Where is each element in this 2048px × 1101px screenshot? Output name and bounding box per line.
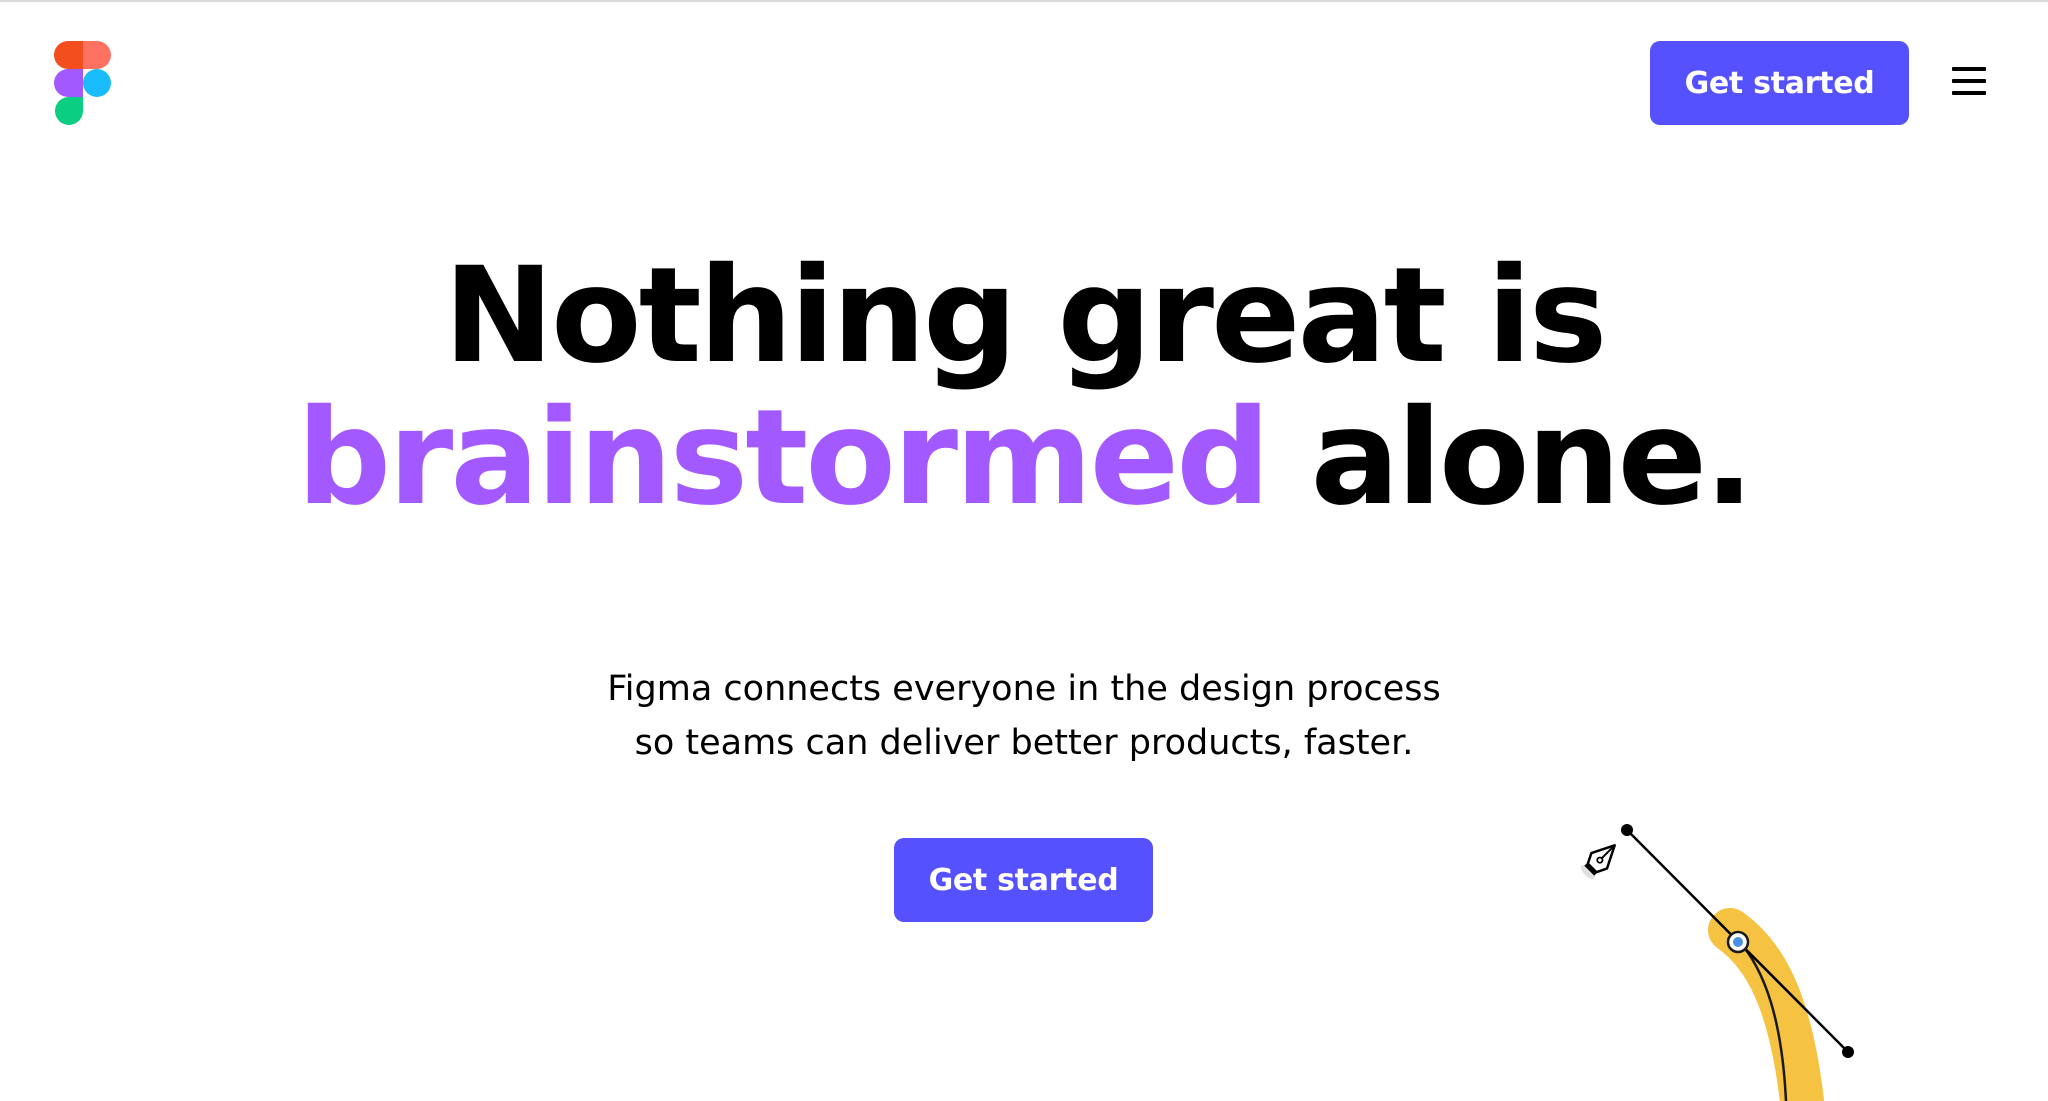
subhead-line1: Figma connects everyone in the design pr… <box>607 669 1441 709</box>
menu-bar <box>1952 91 1986 95</box>
hero-get-started-button[interactable]: Get started <box>894 838 1153 922</box>
header-get-started-button[interactable]: Get started <box>1650 41 1909 125</box>
pen-tool-illustration <box>1560 800 1880 1101</box>
subhead-line2: so teams can deliver better products, fa… <box>634 723 1414 763</box>
headline-accent-word: brainstormed <box>296 381 1271 535</box>
yellow-brush-stroke <box>1708 908 1824 1101</box>
hamburger-menu-icon[interactable] <box>1950 64 1990 100</box>
headline-line1: Nothing great is <box>443 239 1608 393</box>
figma-logo-svg <box>54 41 111 125</box>
handle-point-bottom <box>1842 1046 1854 1058</box>
hero-subhead: Figma connects everyone in the design pr… <box>0 662 2048 770</box>
headline-rest: alone. <box>1310 381 1755 535</box>
page: Get started Nothing great is brainstorme… <box>0 0 2048 1101</box>
hero-headline: Nothing great is brainstormed alone. <box>0 245 2048 529</box>
anchor-point-center <box>1733 937 1743 947</box>
menu-bar <box>1952 67 1986 71</box>
menu-bar <box>1952 79 1986 83</box>
handle-point-top <box>1621 824 1633 836</box>
top-divider <box>0 0 2048 2</box>
pen-tool-icon <box>1580 844 1616 880</box>
illustration-svg <box>1580 824 1854 1101</box>
figma-logo-icon[interactable] <box>54 41 112 126</box>
